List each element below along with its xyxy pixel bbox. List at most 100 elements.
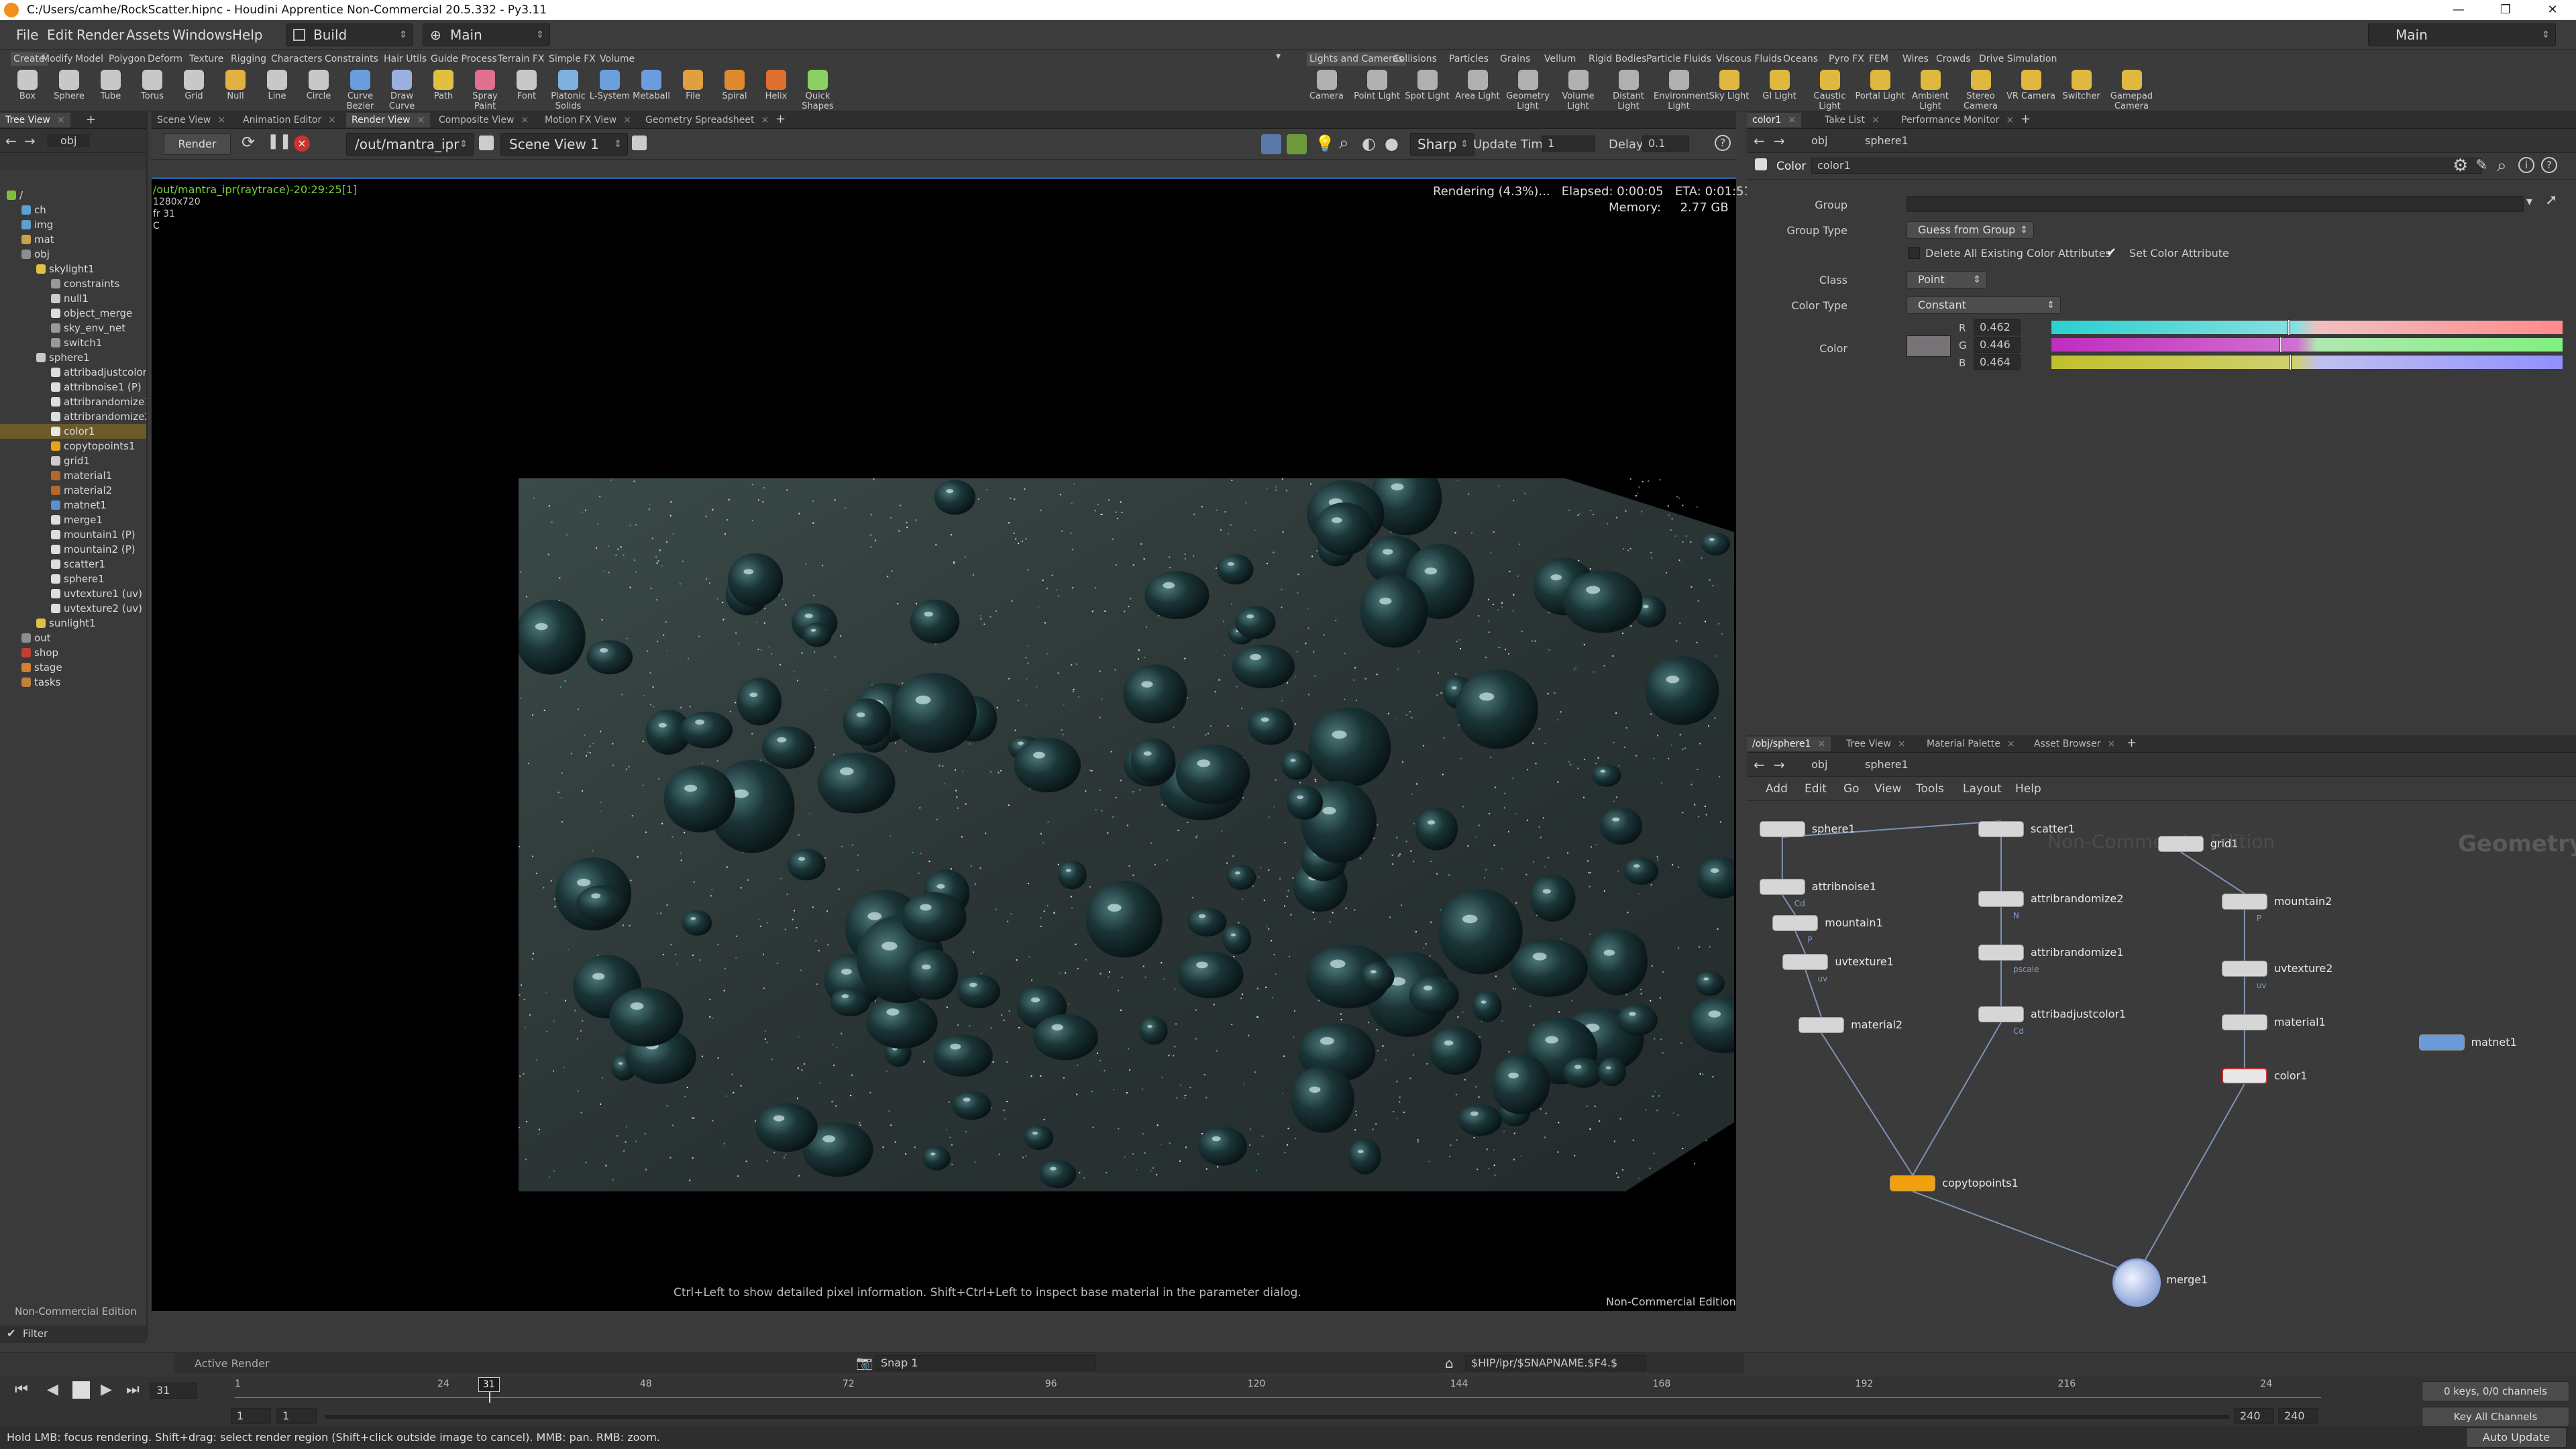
sphere-icon[interactable]: ● — [1385, 134, 1399, 153]
node-mountain2[interactable] — [2221, 894, 2267, 910]
tab-geometry-spreadsheet[interactable]: Geometry Spreadsheet × — [640, 113, 774, 127]
shelf-tab-polygon[interactable]: Polygon — [109, 52, 146, 66]
node-attribrandomize2[interactable] — [1978, 891, 2024, 907]
timeline-ruler[interactable]: 1 24 48 72 96 120 144 168 192 216 24 31 — [235, 1377, 2321, 1403]
group-type-dropdown[interactable]: Guess from Group ⇕ — [1907, 221, 2034, 239]
active-render-tab[interactable]: Active Render — [195, 1357, 270, 1370]
update-time-field[interactable]: 1 — [1542, 136, 1595, 152]
tab-motion-fx-view[interactable]: Motion FX View × — [539, 113, 637, 127]
tree-item[interactable]: tasks — [0, 675, 146, 690]
tree-item[interactable]: scatter1 — [0, 557, 146, 572]
shelf-tool-vr-camera[interactable]: VR Camera — [2006, 68, 2056, 110]
forward-arrow-icon[interactable]: → — [1774, 757, 1785, 773]
tree-item[interactable]: attribrandomize1 — [0, 394, 146, 409]
help-icon[interactable]: ? — [1715, 135, 1731, 151]
stop-icon[interactable] — [72, 1381, 90, 1399]
shelf-tab-vellum[interactable]: Vellum — [1544, 52, 1576, 66]
tree-item[interactable]: attribnoise1 (P) — [0, 380, 146, 394]
shelf-tool-sphere[interactable]: Sphere — [48, 68, 90, 110]
tab-performance-monitor[interactable]: Performance Monitor × — [1896, 113, 2019, 127]
tree-item[interactable]: sunlight1 — [0, 616, 146, 631]
shelf-tool-grid[interactable]: Grid — [173, 68, 215, 110]
shelf-tool-line[interactable]: Line — [256, 68, 298, 110]
tree-item[interactable]: mat — [0, 232, 146, 247]
pause-icon[interactable]: ❚❚ — [267, 133, 292, 150]
tree-item[interactable]: switch1 — [0, 335, 146, 350]
stop-render-icon[interactable]: × — [294, 136, 310, 152]
tree-item[interactable]: skylight1 — [0, 262, 146, 276]
shelf-tab-volume[interactable]: Volume — [600, 52, 635, 66]
delay-field[interactable]: 0.1 — [1642, 136, 1689, 152]
shelf-tool-box[interactable]: Box — [7, 68, 48, 110]
shelf-tab-crowds[interactable]: Crowds — [1936, 52, 1970, 66]
shelf-tool-font[interactable]: Font — [506, 68, 547, 110]
shelf-tool-metaball[interactable]: Metaball — [631, 68, 672, 110]
shelf-tool-gi-light[interactable]: GI Light — [1754, 68, 1805, 110]
camera-dropdown[interactable]: Scene View 1 ⇕ — [500, 133, 628, 156]
color-type-dropdown[interactable]: Constant ⇕ — [1907, 297, 2061, 314]
shelf-tab-rigid-bodies[interactable]: Rigid Bodies — [1589, 52, 1647, 66]
node-matnet1[interactable] — [2418, 1034, 2465, 1051]
r-slider-handle[interactable] — [2288, 319, 2291, 335]
shelf-tool-camera[interactable]: Camera — [1301, 68, 1352, 110]
shelf-tool-helix[interactable]: Helix — [755, 68, 797, 110]
start-frame-field[interactable]: 1 — [231, 1408, 271, 1424]
group-field[interactable] — [1907, 196, 2524, 212]
group-menu-icon[interactable]: ▾ — [2526, 195, 2532, 209]
add-tab-icon[interactable]: + — [775, 112, 786, 126]
shelf-tool-portal-light[interactable]: Portal Light — [1855, 68, 1905, 110]
tree-item[interactable]: material1 — [0, 468, 146, 483]
param-path[interactable]: obj — [1811, 134, 1827, 147]
node-copytopoints1[interactable] — [1890, 1175, 1936, 1191]
net-menu-view[interactable]: View — [1874, 782, 1901, 796]
b-slider[interactable] — [2051, 354, 2563, 370]
add-tab-icon[interactable]: + — [86, 113, 96, 127]
tree-item[interactable]: color1 — [0, 424, 146, 439]
preview-icon[interactable] — [1287, 134, 1307, 154]
tab-composite-view[interactable]: Composite View × — [433, 113, 534, 127]
node-material1[interactable] — [2221, 1014, 2267, 1030]
shelf-tool-distant-light[interactable]: Distant Light — [1603, 68, 1654, 111]
snap-field[interactable]: Snap 1 — [875, 1355, 1096, 1371]
node-color1[interactable] — [2221, 1068, 2267, 1084]
tree-item[interactable]: mountain2 (P) — [0, 542, 146, 557]
shelf-tool-volume-light[interactable]: Volume Light — [1553, 68, 1603, 111]
light-bulb-icon[interactable]: 💡 — [1315, 134, 1335, 153]
shelf-tool-l-system[interactable]: L-System — [589, 68, 631, 110]
menu-windows[interactable]: Windows — [172, 27, 232, 43]
shelf-tool-gamepad-camera[interactable]: Gamepad Camera — [2106, 68, 2157, 111]
tree-item[interactable]: merge1 — [0, 513, 146, 527]
minimize-button[interactable]: — — [2435, 0, 2482, 20]
back-arrow-icon[interactable]: ← — [1754, 757, 1765, 773]
class-dropdown[interactable]: Point ⇕ — [1907, 271, 1987, 288]
param-node-path[interactable]: sphere1 — [1865, 134, 1909, 147]
shelf-tool-area-light[interactable]: Area Light — [1452, 68, 1503, 110]
shelf-tool-path[interactable]: Path — [423, 68, 464, 110]
add-tab-icon[interactable]: + — [2127, 736, 2137, 750]
tab-take-list[interactable]: Take List × — [1819, 113, 1885, 127]
end-frame2-field[interactable]: 240 — [2278, 1408, 2318, 1424]
rop-dropdown[interactable]: /out/mantra_ipr ⇕ — [346, 133, 474, 156]
key-all-channels-button[interactable]: Key All Channels — [2422, 1407, 2569, 1427]
render-region-icon[interactable] — [1261, 134, 1281, 154]
shelf-menu-icon[interactable]: ▾ — [1276, 51, 1281, 62]
main-dropdown[interactable]: ⊕ Main ⇕ — [423, 23, 550, 46]
shelf-tab-model[interactable]: Model — [75, 52, 103, 66]
shelf-tab-constraints[interactable]: Constraints — [325, 52, 378, 66]
forward-arrow-icon[interactable]: → — [1774, 133, 1785, 149]
filter-checkbox-icon[interactable]: ✔ — [7, 1327, 15, 1340]
gear-icon[interactable]: ⚙ — [2453, 156, 2468, 176]
play-icon[interactable]: ▶ — [101, 1381, 112, 1398]
shelf-tab-particle-fluids[interactable]: Particle Fluids — [1646, 52, 1711, 66]
tree-item[interactable]: sky_env_net — [0, 321, 146, 335]
back-arrow-icon[interactable]: ← — [5, 133, 17, 149]
shelf-tool-torus[interactable]: Torus — [131, 68, 173, 110]
tree-item[interactable]: sphere1 — [0, 572, 146, 586]
current-frame-field[interactable]: 31 — [150, 1383, 197, 1399]
shelf-tab-wires[interactable]: Wires — [1902, 52, 1929, 66]
start-frame2-field[interactable]: 1 — [276, 1408, 317, 1424]
net-menu-layout[interactable]: Layout — [1963, 782, 2002, 796]
shelf-tool-ambient-light[interactable]: Ambient Light — [1905, 68, 1955, 111]
tree-item[interactable]: object_merge — [0, 306, 146, 321]
shelf-tool-tube[interactable]: Tube — [90, 68, 131, 110]
